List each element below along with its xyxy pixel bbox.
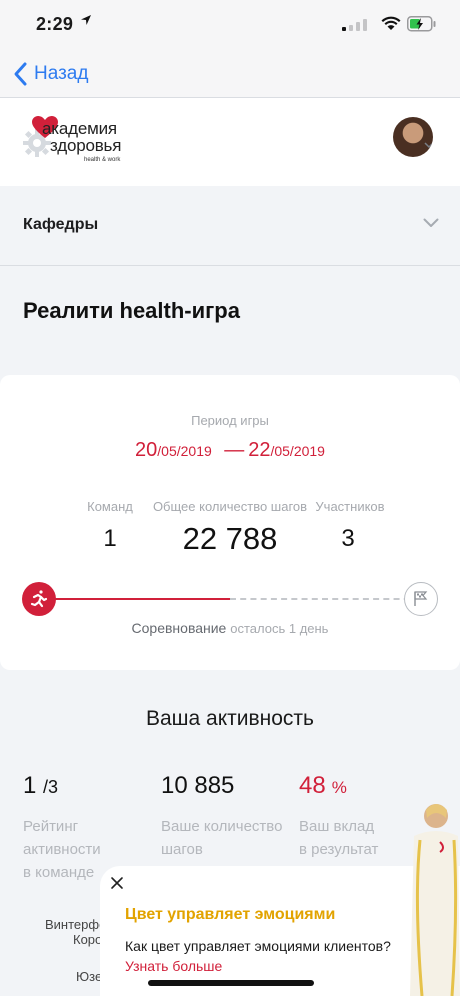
progress-start-marker xyxy=(22,582,56,616)
chevron-down-icon xyxy=(424,142,433,149)
game-period-label: Период игры xyxy=(191,413,269,428)
page-title: Реалити health-игра xyxy=(23,298,240,323)
logo-line-2: здоровья xyxy=(50,136,122,155)
competition-status: Соревнование осталось 1 день xyxy=(0,620,460,636)
start-date-rest: /05/2019 xyxy=(157,443,212,459)
chevron-down-icon xyxy=(423,218,439,227)
battery-charging-icon xyxy=(407,16,436,32)
back-label: Назад xyxy=(34,63,89,84)
rating-value: 1 /3 xyxy=(23,772,58,800)
close-icon[interactable] xyxy=(110,876,124,890)
home-indicator xyxy=(148,980,314,986)
location-arrow-icon xyxy=(81,15,91,25)
back-button[interactable]: Назад xyxy=(12,61,88,87)
promo-title: Цвет управляет эмоциями xyxy=(125,906,336,923)
time-remaining: осталось 1 день xyxy=(230,621,329,636)
academy-logo[interactable]: академия здоровья health & work xyxy=(22,116,142,168)
team-list-peek: Коро xyxy=(73,932,103,947)
my-steps-label-line: шагов xyxy=(161,841,203,858)
runner-icon xyxy=(30,590,48,608)
promo-figure-image xyxy=(410,804,460,996)
logo-tagline: health & work xyxy=(84,157,121,163)
contribution-label-line: Ваш вклад xyxy=(299,818,375,835)
my-steps-label-line: Ваше количество xyxy=(161,818,283,835)
team-list-peek: Винтерфе xyxy=(45,917,107,932)
game-progress xyxy=(22,582,438,616)
my-steps-value: 10 885 xyxy=(161,772,235,799)
user-avatar[interactable] xyxy=(393,117,433,157)
signal-icon xyxy=(342,19,367,31)
promo-text: Как цвет управляет эмоциями клиентов? xyxy=(125,938,391,954)
progress-done-line xyxy=(40,598,230,600)
wifi-icon xyxy=(381,16,401,30)
total-steps-value: 22 788 xyxy=(182,521,278,556)
rating-position: 1 xyxy=(23,772,37,799)
rating-label-line: Рейтинг xyxy=(23,818,79,835)
departments-label: Кафедры xyxy=(23,216,99,233)
navigation-bar: Назад xyxy=(0,50,460,98)
teams-label: Команд xyxy=(87,499,133,514)
finish-flag-icon xyxy=(414,591,428,606)
promo-banner[interactable]: Цвет управляет эмоциями Как цвет управля… xyxy=(100,804,460,996)
contribution-number: 48 xyxy=(299,772,326,799)
participants-label: Участников xyxy=(315,499,385,514)
contribution-label-line: в результат xyxy=(299,841,379,858)
my-steps-label: Ваше количество шагов xyxy=(161,815,282,861)
participants-value: 3 xyxy=(341,525,355,552)
game-period-dates: 20/05/2019 —22/05/2019 xyxy=(0,439,460,462)
start-date-day: 20 xyxy=(135,439,158,461)
game-card: Период игры 20/05/2019 —22/05/2019 Коман… xyxy=(0,375,460,670)
contribution-value: 48% xyxy=(299,772,347,800)
status-time: 2:29 xyxy=(36,14,74,34)
promo-learn-more-link[interactable]: Узнать больше xyxy=(125,958,222,974)
contribution-unit: % xyxy=(331,778,347,797)
departments-dropdown[interactable]: Кафедры xyxy=(0,186,460,266)
rating-label: Рейтинг активности в команде xyxy=(23,815,101,884)
competition-label: Соревнование xyxy=(131,620,227,636)
contribution-label: Ваш вклад в результат xyxy=(299,815,378,861)
progress-finish-marker xyxy=(404,582,438,616)
rating-label-line: активности xyxy=(23,841,101,858)
team-list-peek: Юзе xyxy=(76,969,103,984)
end-date-rest: /05/2019 xyxy=(270,443,325,459)
back-chevron-icon xyxy=(14,62,27,86)
status-bar: 2:29 xyxy=(0,0,460,50)
brand-header: академия здоровья health & work xyxy=(0,98,460,186)
total-steps-label: Общее количество шагов xyxy=(152,499,308,514)
teams-value: 1 xyxy=(103,525,117,552)
rating-label-line: в команде xyxy=(23,864,95,881)
date-dash: — xyxy=(224,439,245,461)
activity-title: Ваша активность xyxy=(146,707,314,730)
rating-total: /3 xyxy=(43,777,59,797)
end-date-day: 22 xyxy=(248,439,271,461)
progress-remaining-line xyxy=(230,598,420,600)
